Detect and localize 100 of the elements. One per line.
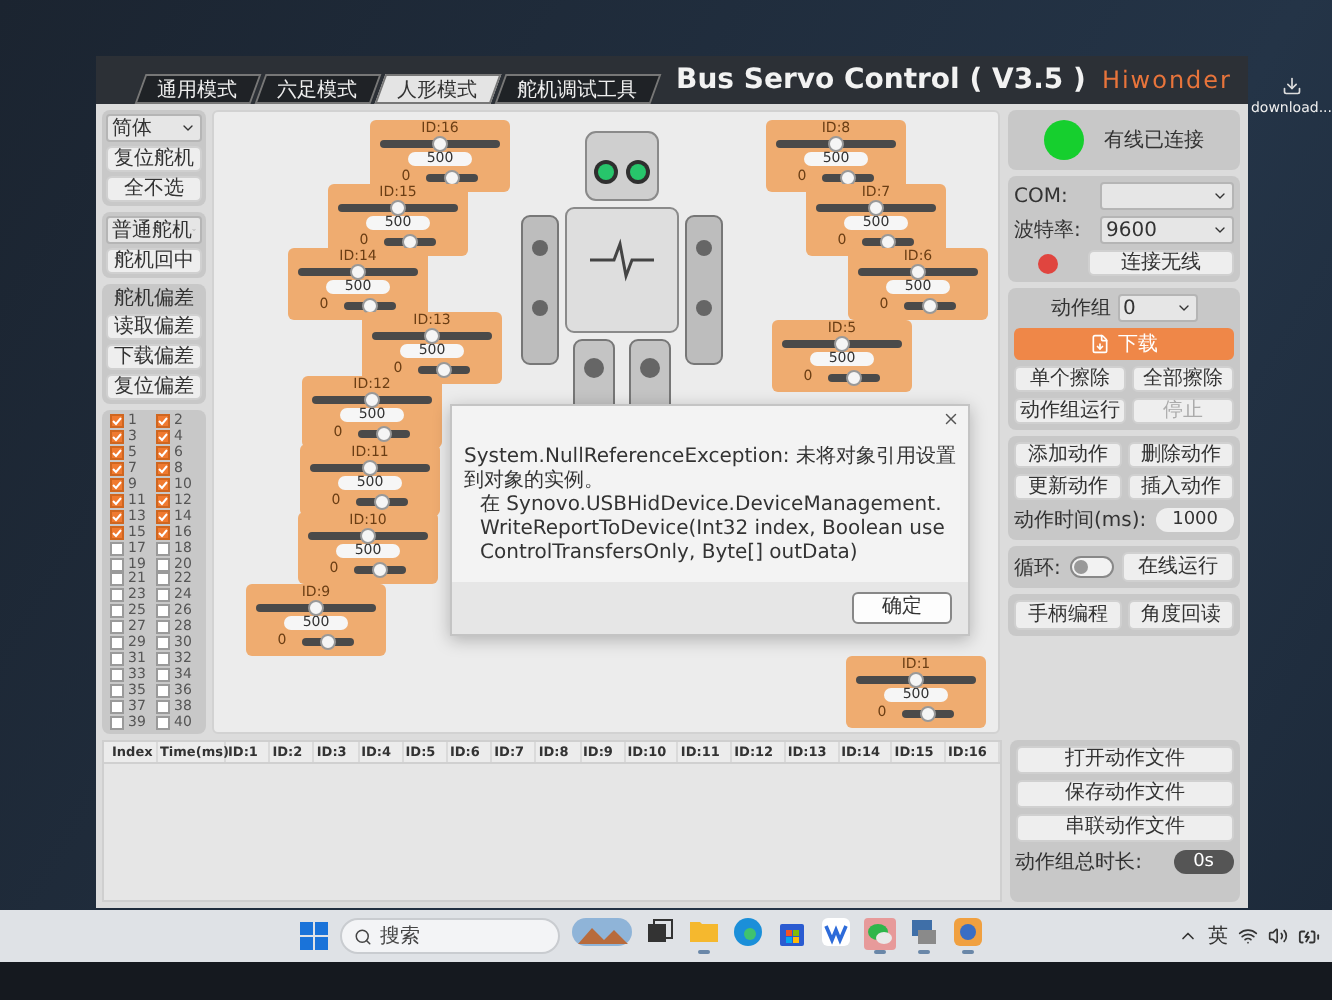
mode-tab[interactable]: 人形模式 [374,74,502,104]
volume-icon[interactable] [1268,926,1288,946]
browser-icon[interactable] [734,918,762,946]
language-select[interactable]: 简体 [106,114,202,142]
checkbox[interactable] [110,636,124,651]
wifi-icon[interactable] [1238,926,1258,946]
slider-thumb[interactable] [840,169,857,185]
checkbox[interactable] [110,414,124,429]
checkbox[interactable] [110,715,124,730]
panel-button[interactable]: 复位舵机 [106,146,202,172]
checkbox[interactable] [110,620,124,635]
run-online-button[interactable]: 在线运行 [1122,552,1234,582]
battery-icon[interactable] [1298,925,1320,947]
checkbox[interactable] [156,478,170,493]
task-view-icon[interactable] [646,918,674,946]
file-button[interactable]: 串联动作文件 [1015,814,1234,842]
checkbox[interactable] [156,588,170,603]
slider-thumb[interactable] [920,705,937,721]
offset-button[interactable]: 读取偏差 [106,314,202,340]
checkbox[interactable] [110,588,124,603]
checkbox[interactable] [110,572,124,587]
checkbox[interactable] [156,525,170,540]
file-button[interactable]: 保存动作文件 [1015,780,1234,808]
store-icon[interactable] [778,918,806,946]
action-button[interactable]: 单个擦除 [1014,366,1126,392]
panel-button[interactable]: 手柄编程 [1014,600,1121,630]
checkbox[interactable] [110,446,124,461]
checkbox[interactable] [110,541,124,556]
slider-thumb[interactable] [908,672,924,688]
panel-button[interactable]: 角度回读 [1127,600,1234,630]
slider-thumb[interactable] [374,493,391,509]
servo-type-select[interactable]: 普通舵机 [106,216,202,244]
slider-thumb[interactable] [436,361,453,377]
baud-select[interactable]: 9600 [1100,216,1234,244]
time-field[interactable]: 1000 [1156,508,1234,532]
slider-thumb[interactable] [362,460,378,476]
action-button[interactable]: 删除动作 [1127,442,1234,468]
robot-app-icon[interactable] [954,918,982,946]
slider-thumb[interactable] [880,233,897,249]
offset-button[interactable]: 复位偏差 [106,374,202,400]
slider-thumb[interactable] [360,528,376,544]
checkbox[interactable] [156,541,170,556]
panel-button[interactable]: 全不选 [106,176,202,202]
slider-thumb[interactable] [320,633,337,649]
slider-thumb[interactable] [868,200,884,216]
center-servo-button[interactable]: 舵机回中 [106,248,202,274]
search-field[interactable]: 搜索 [340,918,560,954]
start-icon[interactable] [300,922,328,950]
checkbox[interactable] [110,478,124,493]
mode-tab[interactable]: 通用模式 [134,74,262,104]
checkbox[interactable] [110,509,124,524]
mode-tab[interactable]: 六足模式 [254,74,382,104]
slider-thumb[interactable] [350,264,366,280]
checkbox[interactable] [156,572,170,587]
tool-icon[interactable] [910,918,938,946]
checkbox[interactable] [110,430,124,445]
checkbox[interactable] [156,620,170,635]
chat-icon[interactable] [864,918,896,950]
checkbox[interactable] [110,462,124,477]
slider-thumb[interactable] [444,169,461,185]
slider-thumb[interactable] [402,233,419,249]
checkbox[interactable] [156,493,170,508]
checkbox[interactable] [156,683,170,698]
slider-thumb[interactable] [308,600,324,616]
slider-thumb[interactable] [834,336,850,352]
checkbox[interactable] [110,651,124,666]
checkbox[interactable] [110,557,124,572]
checkbox[interactable] [156,604,170,619]
checkbox[interactable] [156,509,170,524]
checkbox[interactable] [110,667,124,682]
slider-thumb[interactable] [376,425,393,441]
checkbox[interactable] [156,414,170,429]
checkbox[interactable] [110,525,124,540]
checkbox[interactable] [110,699,124,714]
checkbox[interactable] [156,667,170,682]
checkbox[interactable] [110,493,124,508]
checkbox[interactable] [156,557,170,572]
action-button[interactable]: 更新动作 [1014,474,1121,500]
slider-thumb[interactable] [372,561,389,577]
slider-thumb[interactable] [828,136,844,152]
wireless-button[interactable]: 连接无线 [1088,250,1234,276]
slider-thumb[interactable] [432,136,448,152]
checkbox[interactable] [110,604,124,619]
slider-thumb[interactable] [424,328,440,344]
checkbox[interactable] [110,683,124,698]
slider-thumb[interactable] [362,297,379,313]
file-button[interactable]: 打开动作文件 [1015,746,1234,774]
close-icon[interactable] [942,410,960,428]
app-icon[interactable] [822,918,850,946]
checkbox[interactable] [156,651,170,666]
action-button[interactable]: 添加动作 [1014,442,1121,468]
slider-thumb[interactable] [846,369,863,385]
checkbox[interactable] [156,462,170,477]
ok-button[interactable]: 确定 [852,592,952,624]
slider-thumb[interactable] [390,200,406,216]
landscape-icon[interactable] [572,918,632,946]
slider-thumb[interactable] [364,392,380,408]
loop-toggle[interactable] [1069,556,1114,578]
action-button[interactable]: 插入动作 [1127,474,1234,500]
action-button[interactable]: 动作组运行 [1014,398,1126,424]
